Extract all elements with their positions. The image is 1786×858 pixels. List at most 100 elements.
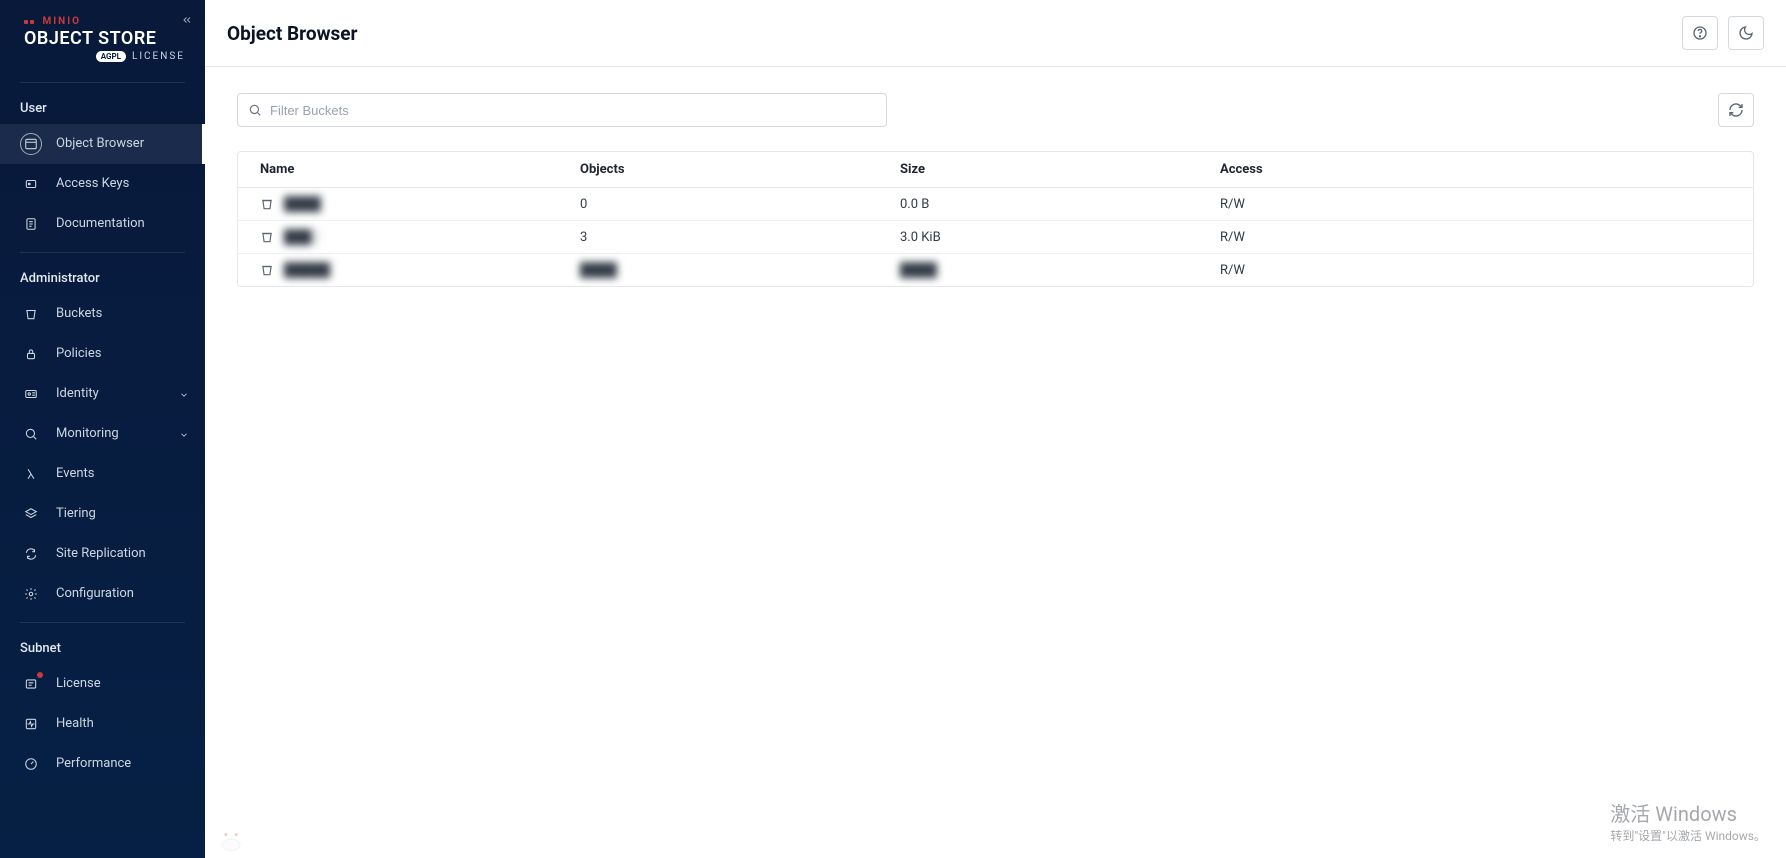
table-row[interactable]: ████00.0 BR/W bbox=[238, 188, 1753, 221]
cell-objects: ████ bbox=[580, 262, 900, 278]
sync-icon bbox=[20, 543, 42, 565]
help-button[interactable] bbox=[1682, 16, 1718, 50]
section-title-administrator: Administrator bbox=[0, 261, 205, 294]
nav-badge bbox=[37, 672, 43, 678]
sidebar-item-performance[interactable]: Performance bbox=[0, 744, 205, 784]
sidebar-item-label: Identity bbox=[56, 386, 99, 401]
refresh-button[interactable] bbox=[1718, 93, 1754, 127]
cell-access: R/W bbox=[1220, 230, 1731, 245]
id-icon bbox=[20, 383, 42, 405]
sidebar-item-access-keys[interactable]: Access Keys bbox=[0, 164, 205, 204]
keys-icon bbox=[20, 173, 42, 195]
sidebar-item-tiering[interactable]: Tiering bbox=[0, 494, 205, 534]
sidebar-collapse-button[interactable] bbox=[181, 14, 193, 30]
bucket-icon bbox=[260, 263, 274, 277]
sidebar-divider bbox=[20, 252, 185, 253]
cell-objects: 0 bbox=[580, 197, 900, 212]
sidebar-item-health[interactable]: Health bbox=[0, 704, 205, 744]
table-row[interactable]: █████████████R/W bbox=[238, 254, 1753, 286]
cell-access: R/W bbox=[1220, 263, 1731, 278]
page-title: Object Browser bbox=[227, 22, 358, 45]
sidebar-item-label: Access Keys bbox=[56, 176, 129, 191]
content: Name Objects Size Access ████00.0 BR/W██… bbox=[205, 67, 1786, 858]
sidebar-item-documentation[interactable]: Documentation bbox=[0, 204, 205, 244]
doc-icon bbox=[20, 213, 42, 235]
sidebar-item-label: Buckets bbox=[56, 306, 102, 321]
sidebar: MINIO OBJECT STORE AGPL LICENSE User Obje… bbox=[0, 0, 205, 858]
bucket-icon bbox=[20, 303, 42, 325]
lock-icon bbox=[20, 343, 42, 365]
sidebar-item-label: Configuration bbox=[56, 586, 134, 601]
sidebar-item-label: Object Browser bbox=[56, 136, 144, 151]
sidebar-item-label: Site Replication bbox=[56, 546, 146, 561]
moon-icon bbox=[1738, 25, 1754, 41]
cell-size: 0.0 B bbox=[900, 197, 1220, 212]
main: Object Browser bbox=[205, 0, 1786, 858]
health-icon bbox=[20, 713, 42, 735]
logo-product: OBJECT STORE bbox=[24, 29, 185, 49]
toolbar bbox=[237, 93, 1754, 127]
logo-block: MINIO OBJECT STORE AGPL LICENSE bbox=[0, 0, 205, 74]
sidebar-item-label: Documentation bbox=[56, 216, 145, 231]
sidebar-item-policies[interactable]: Policies bbox=[0, 334, 205, 374]
sidebar-item-license[interactable]: License bbox=[0, 664, 205, 704]
logo-badge: AGPL bbox=[96, 51, 126, 62]
header-actions bbox=[1682, 16, 1764, 50]
search-field[interactable] bbox=[237, 93, 887, 127]
sidebar-item-label: Monitoring bbox=[56, 426, 119, 441]
perf-icon bbox=[20, 753, 42, 775]
col-size: Size bbox=[900, 162, 1220, 177]
lambda-icon bbox=[20, 463, 42, 485]
bucket-icon bbox=[260, 197, 274, 211]
table-header: Name Objects Size Access bbox=[238, 152, 1753, 188]
col-name: Name bbox=[260, 162, 580, 177]
sidebar-item-events[interactable]: Events bbox=[0, 454, 205, 494]
bucket-icon bbox=[260, 230, 274, 244]
cell-size: ████ bbox=[900, 262, 1220, 278]
sidebar-item-label: License bbox=[56, 676, 101, 691]
bucket-table: Name Objects Size Access ████00.0 BR/W██… bbox=[237, 151, 1754, 287]
theme-toggle-button[interactable] bbox=[1728, 16, 1764, 50]
cell-size: 3.0 KiB bbox=[900, 230, 1220, 245]
search-icon bbox=[20, 423, 42, 445]
sidebar-divider bbox=[20, 622, 185, 623]
cell-name: ████ bbox=[260, 196, 580, 212]
bucket-name: █████ bbox=[284, 262, 330, 278]
bucket-name: ███ bbox=[284, 229, 320, 245]
logo-brand: MINIO bbox=[24, 16, 185, 27]
help-icon bbox=[1692, 25, 1708, 41]
sidebar-item-configuration[interactable]: Configuration bbox=[0, 574, 205, 614]
sidebar-item-label: Tiering bbox=[56, 506, 96, 521]
search-input[interactable] bbox=[270, 103, 876, 118]
sidebar-item-site-replication[interactable]: Site Replication bbox=[0, 534, 205, 574]
cell-access: R/W bbox=[1220, 197, 1731, 212]
layers-icon bbox=[20, 503, 42, 525]
cell-name: █████ bbox=[260, 262, 580, 278]
sidebar-item-label: Health bbox=[56, 716, 94, 731]
cell-name: ███ bbox=[260, 229, 580, 245]
sidebar-item-identity[interactable]: Identity bbox=[0, 374, 205, 414]
col-access: Access bbox=[1220, 162, 1731, 177]
sidebar-item-monitoring[interactable]: Monitoring bbox=[0, 414, 205, 454]
sidebar-item-label: Events bbox=[56, 466, 94, 481]
chevron-down-icon bbox=[179, 429, 189, 439]
mascot-icon bbox=[218, 830, 244, 852]
sidebar-item-object-browser[interactable]: Object Browser bbox=[0, 124, 205, 164]
col-objects: Objects bbox=[580, 162, 900, 177]
logo-license-label: LICENSE bbox=[132, 51, 185, 62]
header: Object Browser bbox=[205, 0, 1786, 67]
table-row[interactable]: ███33.0 KiBR/W bbox=[238, 221, 1753, 254]
chevron-down-icon bbox=[179, 389, 189, 399]
section-title-subnet: Subnet bbox=[0, 631, 205, 664]
logo-license-row: AGPL LICENSE bbox=[24, 51, 185, 62]
license-icon bbox=[20, 673, 42, 695]
sidebar-item-buckets[interactable]: Buckets bbox=[0, 294, 205, 334]
search-icon bbox=[248, 103, 262, 117]
browser-icon bbox=[20, 133, 42, 155]
sidebar-divider bbox=[20, 82, 185, 83]
sidebar-item-label: Policies bbox=[56, 346, 101, 361]
refresh-icon bbox=[1728, 102, 1744, 118]
sidebar-item-label: Performance bbox=[56, 756, 131, 771]
section-title-user: User bbox=[0, 91, 205, 124]
gear-icon bbox=[20, 583, 42, 605]
